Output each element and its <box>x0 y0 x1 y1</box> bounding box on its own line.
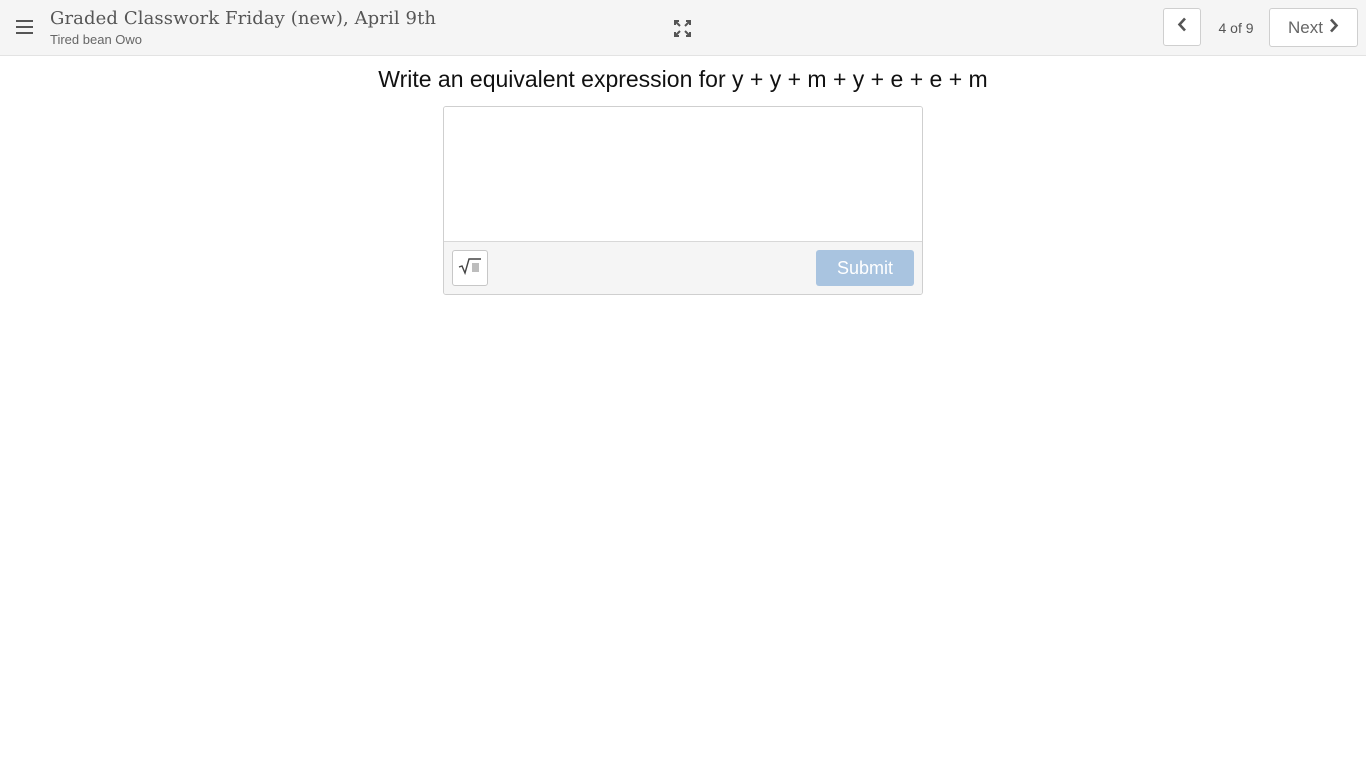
answer-box: Submit <box>443 106 923 295</box>
hamburger-menu-icon[interactable] <box>16 20 33 35</box>
assignment-title: Graded Classwork Friday (new), April 9th <box>50 8 437 29</box>
submit-button[interactable]: Submit <box>816 250 914 286</box>
chevron-right-icon <box>1329 18 1339 38</box>
next-question-button[interactable]: Next <box>1269 8 1358 47</box>
square-root-icon <box>458 257 482 280</box>
page-indicator: 4 of 9 <box>1218 20 1254 36</box>
question-prompt: Write an equivalent expression for y + y… <box>378 66 988 92</box>
answer-input[interactable] <box>444 107 922 242</box>
math-keyboard-button[interactable] <box>452 250 488 286</box>
chevron-left-icon <box>1177 17 1187 37</box>
student-name: Tired bean Owo <box>50 32 143 47</box>
answer-toolbar: Submit <box>444 242 922 294</box>
next-button-label: Next <box>1288 17 1323 37</box>
top-bar: Graded Classwork Friday (new), April 9th… <box>0 0 1366 56</box>
previous-question-button[interactable] <box>1163 8 1201 46</box>
expand-fullscreen-icon[interactable] <box>673 19 692 38</box>
